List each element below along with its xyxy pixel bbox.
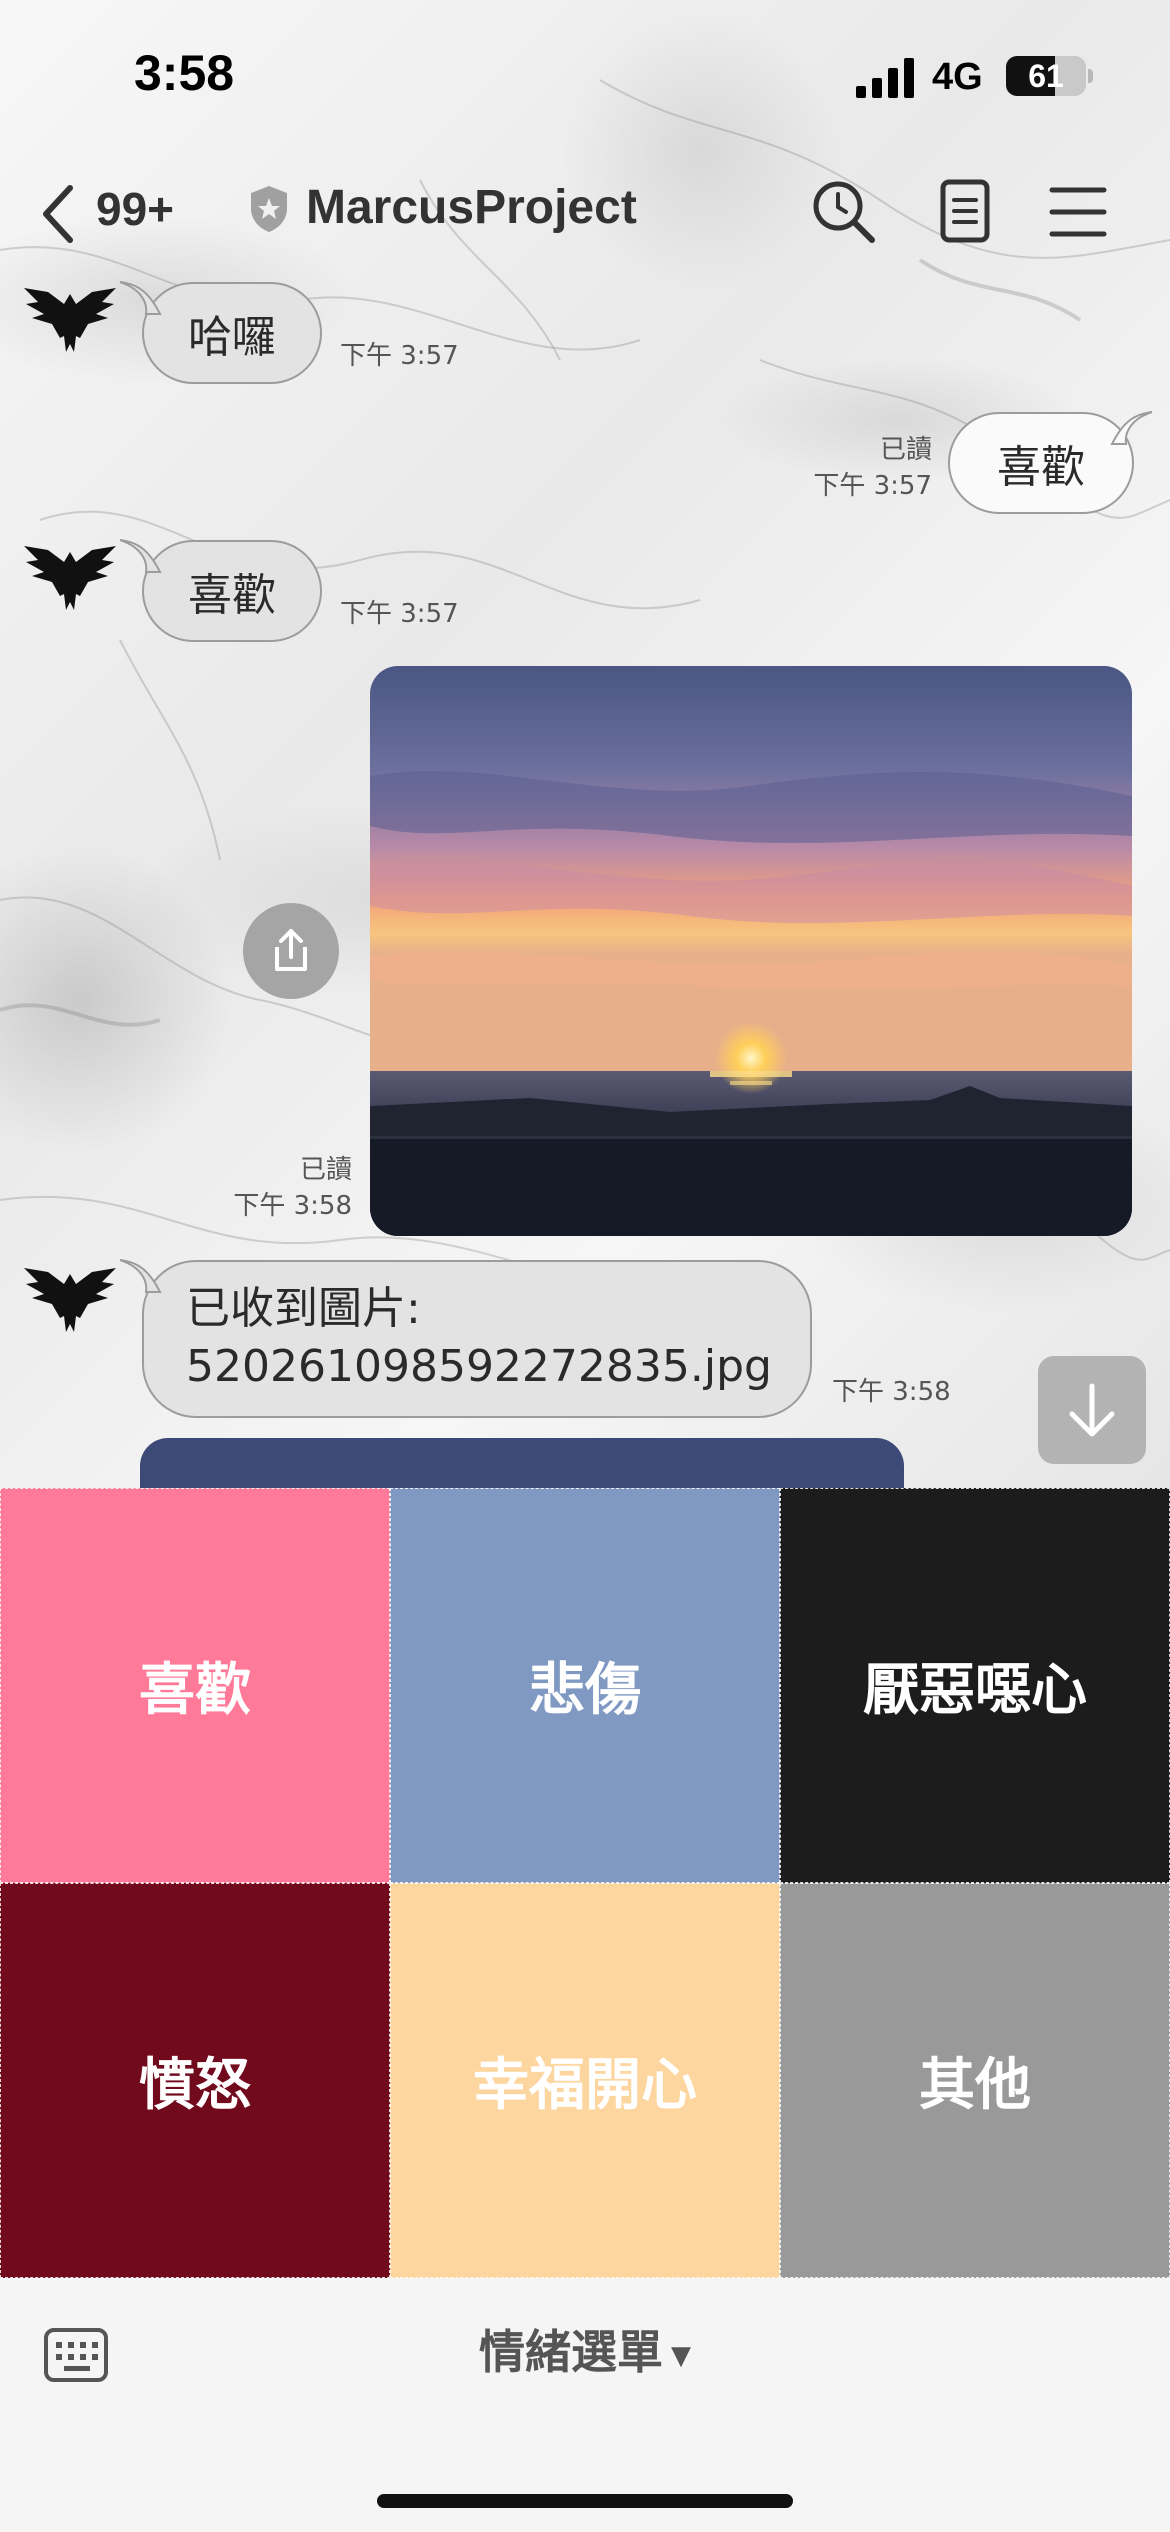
shield-icon: [251, 186, 287, 232]
unread-count: 99+: [96, 183, 175, 235]
bubble-tail: [119, 1259, 162, 1293]
message-bubble-outgoing[interactable]: 喜歡: [948, 412, 1134, 514]
chat-header: 99+ MarcusProject: [0, 160, 1170, 260]
search-icon[interactable]: [808, 176, 878, 246]
menu-item-angry[interactable]: 憤怒: [0, 1883, 390, 2278]
menu-item-label: 悲傷: [529, 1658, 641, 1723]
message-bubble-incoming[interactable]: 哈囉: [142, 282, 322, 384]
chevron-left-icon: [43, 185, 73, 243]
arrow-down-icon: [1069, 1383, 1115, 1437]
notes-icon[interactable]: [930, 176, 1000, 246]
message-time: 下午 3:57: [340, 599, 459, 629]
menu-item-like[interactable]: 喜歡: [0, 1488, 390, 1883]
chat-title: MarcusProject: [306, 181, 637, 234]
message-bubble-incoming[interactable]: 喜歡: [142, 540, 322, 642]
message-time: 下午 3:58: [832, 1377, 951, 1407]
caret-down-icon: ▼: [671, 2340, 691, 2371]
battery-tip: [1088, 69, 1093, 83]
message-time: 下午 3:57: [340, 341, 459, 371]
menu-item-label: 厭惡噁心: [863, 1658, 1087, 1723]
menu-item-other[interactable]: 其他: [780, 1883, 1170, 2278]
menu-item-sad[interactable]: 悲傷: [390, 1488, 780, 1883]
message-meta: 已讀 下午 3:57: [760, 432, 932, 504]
message-time: 下午 3:57: [813, 471, 932, 501]
rich-menu-toggle[interactable]: 情緒選單 ▼: [0, 2316, 1170, 2382]
message-text: 哈囉: [188, 312, 276, 363]
emotion-menu: 喜歡 悲傷 厭惡噁心 憤怒 幸福開心 其他: [0, 1488, 1170, 2278]
menu-item-disgust[interactable]: 厭惡噁心: [780, 1488, 1170, 1883]
message-bubble-incoming[interactable]: 已收到圖片: 5202610985922728​35.jpg: [142, 1260, 812, 1418]
signal-icon: [856, 58, 914, 98]
message-meta: 已讀 下午 3:58: [180, 1152, 352, 1224]
avatar[interactable]: [22, 286, 118, 356]
bubble-tail: [119, 539, 162, 573]
message-text-line1: 已收到圖片:: [186, 1283, 421, 1334]
home-indicator: [377, 2494, 793, 2508]
message-time: 下午 3:58: [233, 1191, 352, 1221]
back-button[interactable]: 99+: [40, 180, 210, 244]
read-receipt: 已讀: [879, 435, 932, 465]
message-text-line2: 5202610985922728​35.jpg: [186, 1341, 772, 1392]
avatar[interactable]: [22, 544, 118, 614]
status-bar: 3:58 4G 61: [0, 0, 1170, 150]
bubble-tail: [1110, 411, 1153, 445]
sunset-image: [370, 666, 1132, 1236]
menu-item-label: 憤怒: [139, 2053, 251, 2118]
menu-item-label: 喜歡: [139, 1658, 251, 1723]
share-button[interactable]: [243, 903, 339, 999]
bubble-tail: [119, 281, 162, 315]
message-text: 喜歡: [997, 442, 1085, 493]
battery-icon: 61: [1006, 56, 1086, 96]
menu-item-label: 幸福開心: [473, 2053, 697, 2118]
menu-icon[interactable]: [1044, 176, 1114, 246]
avatar[interactable]: [22, 1266, 118, 1336]
message-text: 喜歡: [188, 570, 276, 621]
status-time: 3:58: [134, 45, 235, 101]
menu-item-happy[interactable]: 幸福開心: [390, 1883, 780, 2278]
menu-item-label: 其他: [919, 2053, 1031, 2118]
network-type: 4G: [932, 56, 983, 98]
sunset-photo[interactable]: [370, 666, 1132, 1236]
scroll-to-bottom-button[interactable]: [1038, 1356, 1146, 1464]
battery-level: 61: [1028, 58, 1064, 94]
rich-menu-title: 情緒選單: [479, 2325, 663, 2379]
read-receipt: 已讀: [299, 1155, 352, 1185]
share-icon: [275, 929, 307, 971]
